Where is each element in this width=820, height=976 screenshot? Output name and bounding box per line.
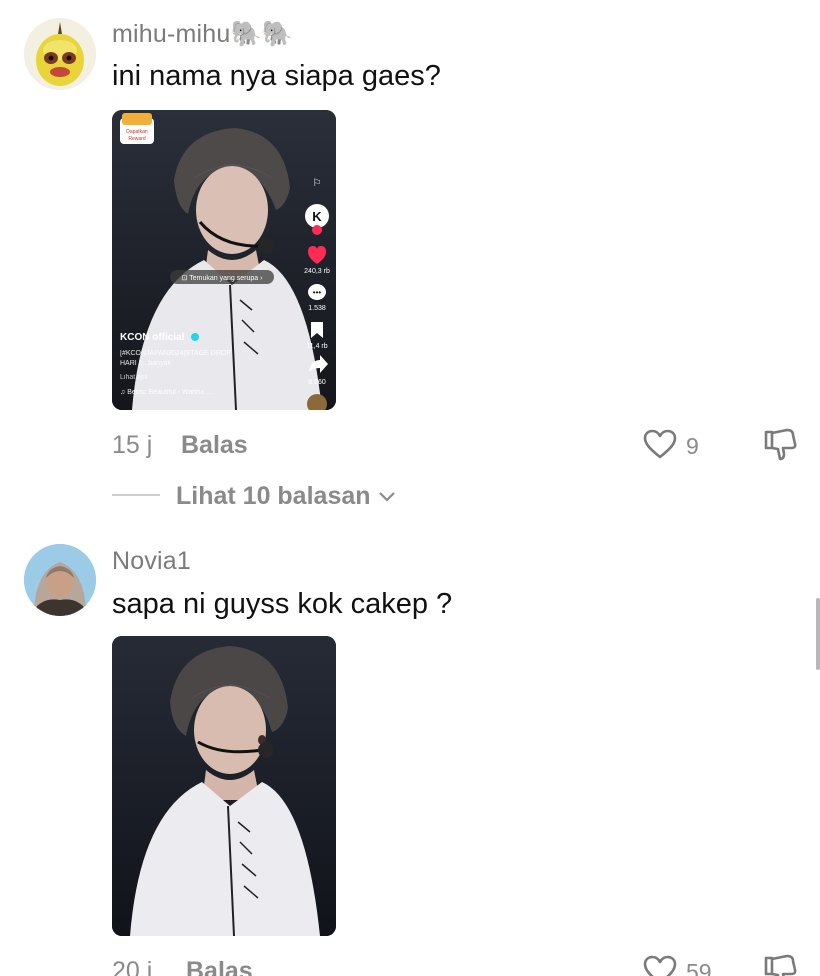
chevron-down-icon — [379, 492, 396, 502]
scrollbar[interactable] — [816, 598, 820, 670]
comment-image[interactable] — [112, 636, 336, 936]
video-comments: 1.538 — [308, 305, 326, 312]
photo-image — [112, 636, 336, 936]
avatar[interactable] — [24, 544, 96, 616]
video-sound: ♫ Berisi: Beautiful - Wanna ... — [120, 389, 212, 396]
reply-button[interactable]: Balas — [181, 431, 248, 460]
video-saves: 11,4 rb — [306, 343, 327, 350]
like-count: 9 — [686, 433, 699, 459]
reward-badge-text: Dapatkan — [126, 129, 148, 135]
view-replies-link[interactable]: Lihat 10 balasan — [176, 482, 397, 511]
comment-text: sapa ni guyss kok cakep ? — [112, 588, 453, 620]
comment-time: 20 j — [112, 957, 153, 976]
comment-username[interactable]: mihu-mihu🐘🐘 — [112, 20, 293, 49]
thumbs-down-icon[interactable] — [762, 426, 798, 467]
banana-avatar-image — [24, 18, 96, 90]
svg-text:•••: ••• — [313, 288, 322, 297]
video-shares: 8.860 — [308, 379, 326, 386]
comment-username[interactable]: Novia1 — [112, 547, 191, 576]
avatar[interactable] — [24, 18, 96, 90]
reply-button[interactable]: Balas — [186, 957, 253, 976]
like-heart-icon[interactable] — [642, 428, 678, 465]
see-original-text: Lihat asli — [120, 374, 148, 381]
replies-divider — [112, 494, 160, 496]
like-heart-icon[interactable] — [642, 954, 678, 976]
kcon-logo-icon: K — [312, 209, 322, 224]
comment-time: 15 j — [112, 431, 153, 459]
comment-video-screenshot[interactable]: Dapatkan Reward ⊡ Temukan yang serupa › … — [112, 110, 336, 410]
view-replies-label: Lihat 10 balasan — [176, 482, 371, 510]
comments-page: mihu-mihu🐘🐘 ini nama nya siapa gaes? Dap… — [0, 0, 820, 976]
thumbs-down-icon[interactable] — [762, 952, 798, 976]
video-account-name: KCON official — [120, 332, 185, 343]
find-similar-text: ⊡ Temukan yang serupa › — [182, 275, 264, 282]
flag-icon: ⚐ — [313, 178, 322, 189]
video-screenshot-image: Dapatkan Reward ⊡ Temukan yang serupa › … — [112, 110, 336, 410]
comment-text: ini nama nya siapa gaes? — [112, 60, 441, 92]
video-caption: HARI 2...banyak — [120, 360, 171, 367]
user-avatar-image — [24, 544, 96, 616]
reward-badge-text: Reward — [128, 136, 145, 142]
video-caption: [#KCONJAPAN2024]STAGE DROP — [120, 350, 231, 357]
like-count: 59 — [686, 959, 712, 976]
video-likes: 240,3 rb — [304, 268, 330, 275]
